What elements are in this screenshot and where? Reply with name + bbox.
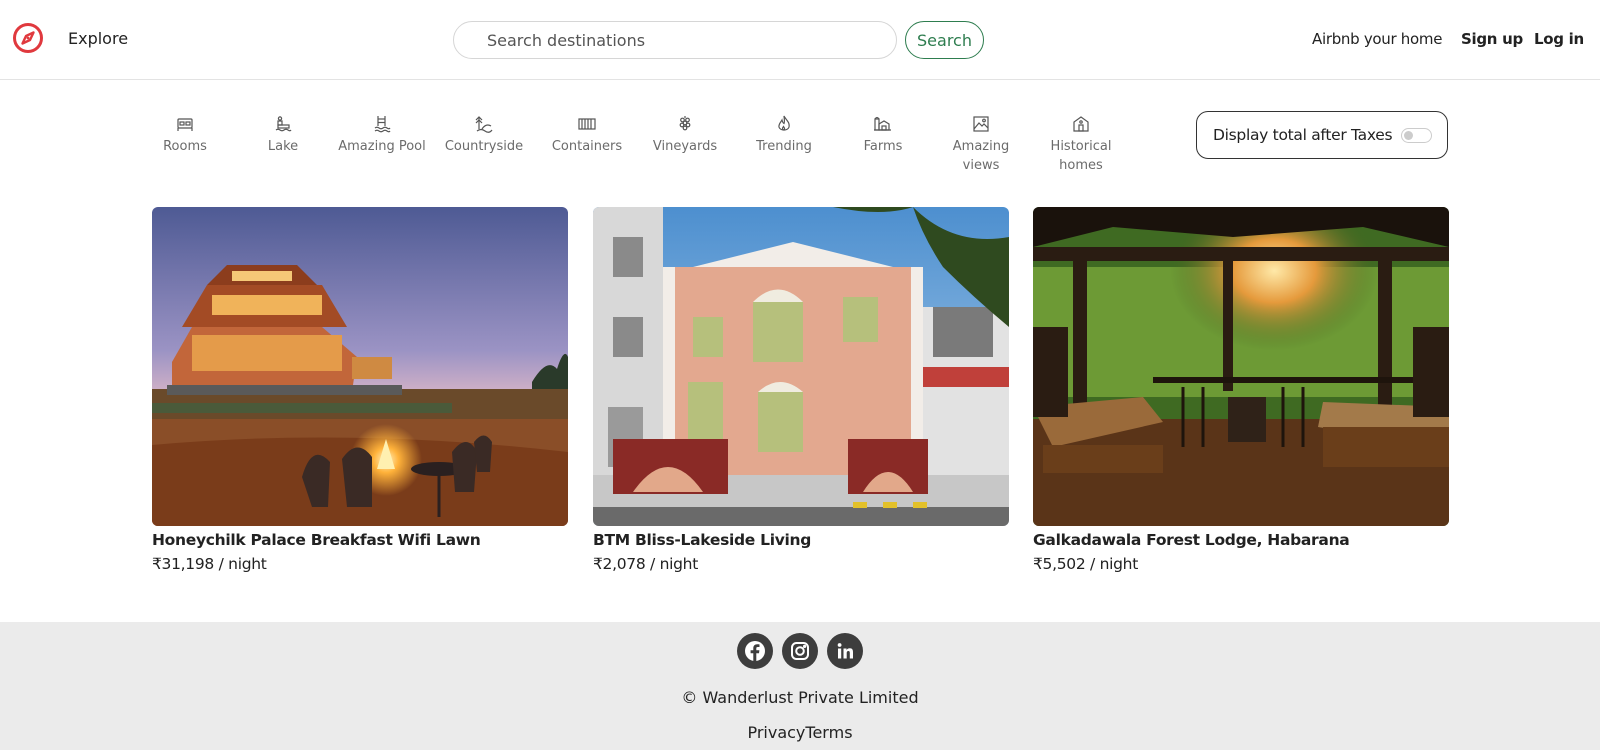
countryside-icon bbox=[475, 116, 493, 133]
listing-price: ₹31,198 / night bbox=[152, 555, 267, 573]
listing-price: ₹2,078 / night bbox=[593, 555, 698, 573]
facebook-icon bbox=[745, 641, 765, 661]
listing-card[interactable]: BTM Bliss-Lakeside Living ₹2,078 / night bbox=[593, 207, 1009, 573]
listing-photo[interactable] bbox=[1033, 207, 1449, 526]
linkedin-link[interactable] bbox=[827, 633, 863, 669]
listing-title[interactable]: Honeychilk Palace Breakfast Wifi Lawn bbox=[152, 531, 568, 549]
compass-icon[interactable] bbox=[12, 22, 44, 54]
tax-toggle-label: Display total after Taxes bbox=[1213, 126, 1393, 144]
search-button[interactable]: Search bbox=[905, 21, 984, 59]
filter-amazing-pool[interactable]: Amazing Pool bbox=[334, 115, 430, 156]
login-link[interactable]: Log in bbox=[1534, 30, 1584, 48]
container-icon bbox=[578, 118, 596, 130]
filter-label: Countryside bbox=[444, 139, 524, 154]
filter-lake[interactable]: Lake bbox=[235, 115, 331, 156]
filter-label: Farms bbox=[863, 139, 903, 154]
tax-switch-knob bbox=[1404, 131, 1413, 140]
bed-icon bbox=[177, 118, 193, 131]
copyright: © Wanderlust Private Limited bbox=[681, 688, 919, 707]
filter-label: Amazing views bbox=[952, 139, 1010, 173]
filter-countryside[interactable]: Countryside bbox=[436, 115, 532, 156]
search-input[interactable] bbox=[453, 21, 897, 59]
filter-farms[interactable]: Farms bbox=[835, 115, 931, 156]
filter-rooms[interactable]: Rooms bbox=[137, 115, 233, 156]
filter-trending[interactable]: Trending bbox=[736, 115, 832, 156]
listing-price: ₹5,502 / night bbox=[1033, 555, 1138, 573]
privacy-link[interactable]: Privacy bbox=[747, 723, 805, 742]
listing-card[interactable]: Honeychilk Palace Breakfast Wifi Lawn ₹3… bbox=[152, 207, 568, 573]
facebook-link[interactable] bbox=[737, 633, 773, 669]
filter-label: Vineyards bbox=[652, 139, 718, 154]
filter-vineyards[interactable]: Vineyards bbox=[637, 115, 733, 156]
lake-icon bbox=[275, 116, 292, 132]
farm-icon bbox=[874, 116, 891, 131]
filter-label: Trending bbox=[756, 139, 812, 154]
filter-label: Amazing Pool bbox=[338, 139, 426, 154]
grapes-icon bbox=[679, 116, 691, 131]
pool-icon bbox=[374, 116, 391, 133]
terms-link[interactable]: Terms bbox=[805, 723, 852, 742]
listing-title[interactable]: Galkadawala Forest Lodge, Habarana bbox=[1033, 531, 1449, 549]
listing-photo[interactable] bbox=[152, 207, 568, 526]
filter-containers[interactable]: Containers bbox=[539, 115, 635, 156]
footer-links: PrivacyTerms bbox=[0, 723, 1600, 742]
instagram-link[interactable] bbox=[782, 633, 818, 669]
signup-link[interactable]: Sign up bbox=[1461, 30, 1523, 48]
mountain-view-icon bbox=[973, 116, 989, 132]
nav-explore-link[interactable]: Explore bbox=[68, 29, 128, 48]
filter-historical-homes[interactable]: Historical homes bbox=[1033, 115, 1129, 175]
navbar: Explore Search Airbnb your home Sign up … bbox=[0, 0, 1600, 80]
tax-switch[interactable] bbox=[1401, 128, 1432, 143]
tax-toggle[interactable]: Display total after Taxes bbox=[1196, 111, 1448, 159]
fire-icon bbox=[778, 115, 790, 131]
listing-card[interactable]: Galkadawala Forest Lodge, Habarana ₹5,50… bbox=[1033, 207, 1449, 573]
historic-home-icon bbox=[1073, 116, 1089, 132]
airbnb-your-home-link[interactable]: Airbnb your home bbox=[1312, 30, 1442, 48]
filter-label: Rooms bbox=[163, 139, 207, 154]
instagram-icon bbox=[791, 642, 809, 660]
filter-label: Historical homes bbox=[1050, 139, 1112, 173]
footer: © Wanderlust Private Limited PrivacyTerm… bbox=[0, 622, 1600, 750]
filter-label: Lake bbox=[267, 139, 299, 154]
filter-amazing-views[interactable]: Amazing views bbox=[933, 115, 1029, 175]
listing-title[interactable]: BTM Bliss-Lakeside Living bbox=[593, 531, 1009, 549]
listing-photo[interactable] bbox=[593, 207, 1009, 526]
linkedin-icon bbox=[837, 643, 853, 659]
filter-label: Containers bbox=[551, 139, 623, 154]
